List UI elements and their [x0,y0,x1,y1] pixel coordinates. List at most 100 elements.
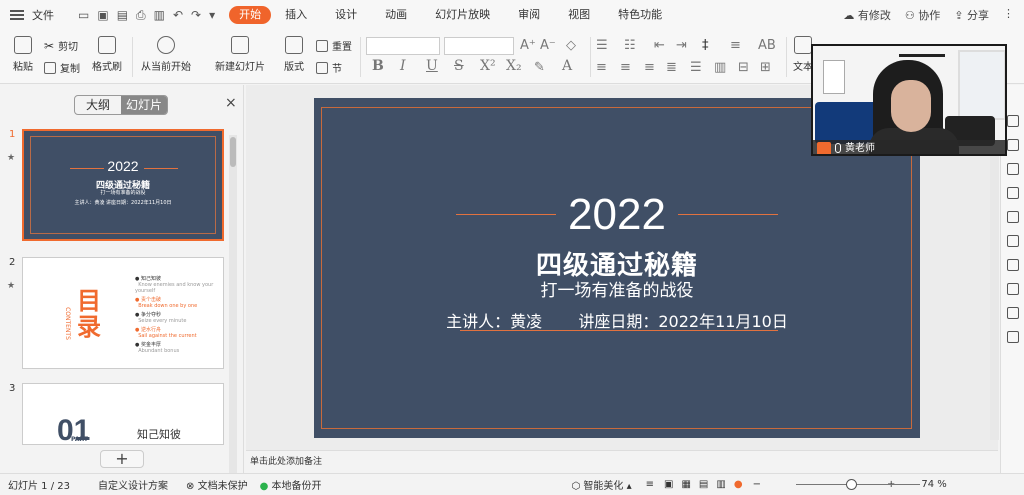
clear-format-icon[interactable]: ◇ [566,38,576,53]
tab-view[interactable]: 视图 [554,6,604,24]
slide-icon[interactable] [1006,235,1019,247]
notes-area[interactable]: 单击此处添加备注 [246,450,998,472]
slide-subtitle[interactable]: 打一场有准备的战役 [314,276,920,301]
print-icon[interactable]: ⎙ [136,8,146,23]
distribute-icon[interactable]: ☰ [690,60,702,75]
align-left-icon[interactable]: ≡ [596,60,607,75]
line-spacing-icon[interactable]: ‡ [702,38,709,53]
pen-icon[interactable] [1006,163,1019,175]
settings-icon[interactable] [1006,283,1019,295]
property-icon[interactable] [1006,139,1019,151]
file-menu[interactable]: 文件 [32,7,54,23]
underline-icon[interactable]: U [426,58,438,74]
reading-view-icon[interactable]: ▤ [699,479,708,490]
tab-slides[interactable]: 幻灯片 [121,96,167,114]
play-from-current-button[interactable]: 从当前开始 [138,36,194,73]
zoom-slider-track[interactable] [796,484,920,485]
tab-home[interactable]: 开始 [229,6,272,24]
shape-icon[interactable] [1006,187,1019,199]
slide-thumbnail-1[interactable]: 2022 四级通过秘籍 打一场有准备的战役 主讲人：黄凌 讲座日期：2022年1… [22,129,224,241]
bold-icon[interactable]: B [372,58,384,74]
italic-icon[interactable]: I [400,58,406,74]
zoom-level[interactable]: 74 % [921,479,946,490]
normal-view-icon[interactable]: ▣ [664,479,673,490]
font-size-select[interactable] [444,37,514,55]
theme-name[interactable]: 自定义设计方案 [98,477,168,492]
protect-status[interactable]: ⊗ 文档未保护 [186,477,248,492]
cut-button[interactable]: ✂ 剪切 [44,38,78,54]
thumb-contents-label: CONTENTS [63,307,71,340]
sorter-view-icon[interactable]: ▦ [681,479,690,490]
zoom-slider-handle[interactable] [846,479,857,490]
menu-icon[interactable] [10,10,24,20]
collab-button[interactable]: ⚇ 协作 [905,7,940,23]
align-center-icon[interactable]: ≡ [620,60,631,75]
section-button[interactable]: 节 [316,60,342,75]
strikethrough-icon[interactable]: S [454,58,464,74]
text-layout-icon[interactable]: ⊞ [760,60,771,75]
modified-button[interactable]: ☁ 有修改 [843,7,891,23]
vertical-align-icon[interactable]: ⊟ [738,60,749,75]
redo-icon[interactable]: ↷ [191,8,201,23]
copy-button[interactable]: 复制 [44,60,80,75]
play-slideshow-icon[interactable]: ● [734,479,743,490]
transition-icon[interactable] [1006,259,1019,271]
dropdown-icon[interactable]: ▾ [209,8,215,23]
decrease-indent-icon[interactable]: ⇤ [654,38,665,53]
justify-icon[interactable]: ≣ [666,60,677,75]
history-icon[interactable] [1006,307,1019,319]
print-preview-icon[interactable]: ▥ [154,8,165,23]
bullets-icon[interactable]: ☰ [596,38,608,53]
tab-animation[interactable]: 动画 [371,6,421,24]
slide-thumbnail-2[interactable]: 目录 CONTENTS ● 知己知彼 Know enemies and know… [22,257,224,369]
slides-pane-scrollbar[interactable] [229,135,237,475]
layout-button[interactable]: 版式 [280,36,308,73]
thumb-toc-list: ● 知己知彼 Know enemies and know your yourse… [135,276,223,354]
zoom-out-icon[interactable]: − [753,479,761,490]
open-folder-icon[interactable]: ▭ [78,8,89,23]
subscript-icon[interactable]: X₂ [506,58,522,74]
font-color-icon[interactable]: A [562,58,572,74]
tab-slideshow[interactable]: 幻灯片放映 [421,6,504,24]
tab-insert[interactable]: 插入 [271,6,321,24]
tab-design[interactable]: 设计 [321,6,371,24]
numbering-icon[interactable]: ☷ [624,38,636,53]
slide-thumbnail-3[interactable]: 01 PART 知己知彼 [22,383,224,445]
webcam-overlay[interactable]: 黄老师 [811,44,1007,156]
paragraph-spacing-icon[interactable]: ≡ [730,38,741,53]
save-icon[interactable]: ▣ [97,8,108,23]
tab-special[interactable]: 特色功能 [604,6,676,24]
image-icon[interactable] [1006,211,1019,223]
text-direction-icon[interactable]: AB [758,38,776,53]
format-painter-button[interactable]: 格式刷 [90,36,124,73]
share-button[interactable]: ⇪ 分享 [954,7,989,23]
paste-button[interactable]: 粘贴 [8,36,38,73]
more-icon[interactable]: ⋮ [1003,7,1014,23]
backup-status[interactable]: ● 本地备份开 [260,477,322,492]
columns-icon[interactable]: ▥ [714,60,726,75]
increase-indent-icon[interactable]: ⇥ [676,38,687,53]
tab-review[interactable]: 审阅 [504,6,554,24]
gallery-icon[interactable] [1006,331,1019,343]
slide-year[interactable]: 2022 [314,190,920,240]
close-pane-icon[interactable]: × [225,95,237,111]
scrollbar-thumb[interactable] [230,137,236,167]
reset-button[interactable]: 重置 [316,38,352,53]
pdf-export-icon[interactable]: ▤ [117,8,128,23]
object-icon[interactable] [1006,115,1019,127]
shrink-font-icon[interactable]: A⁻ [540,38,556,53]
add-slide-button[interactable]: + [100,450,144,468]
grow-font-icon[interactable]: A⁺ [520,38,536,53]
font-family-select[interactable] [366,37,440,55]
new-slide-button[interactable]: 新建幻灯片 [210,36,270,73]
highlight-icon[interactable]: ✎ [534,60,545,75]
presenter-view-icon[interactable]: ▥ [716,479,725,490]
beautify-button[interactable]: ⬡ 智能美化 ▴ [572,477,632,492]
superscript-icon[interactable]: X² [480,58,496,74]
notes-toggle-icon[interactable]: ≡ [646,479,654,490]
microphone-icon[interactable] [835,143,841,153]
tab-outline[interactable]: 大纲 [75,96,121,114]
undo-icon[interactable]: ↶ [173,8,183,23]
slide-speaker-line[interactable]: 主讲人：黄凌 讲座日期：2022年11月10日 [314,308,920,332]
align-right-icon[interactable]: ≡ [644,60,655,75]
